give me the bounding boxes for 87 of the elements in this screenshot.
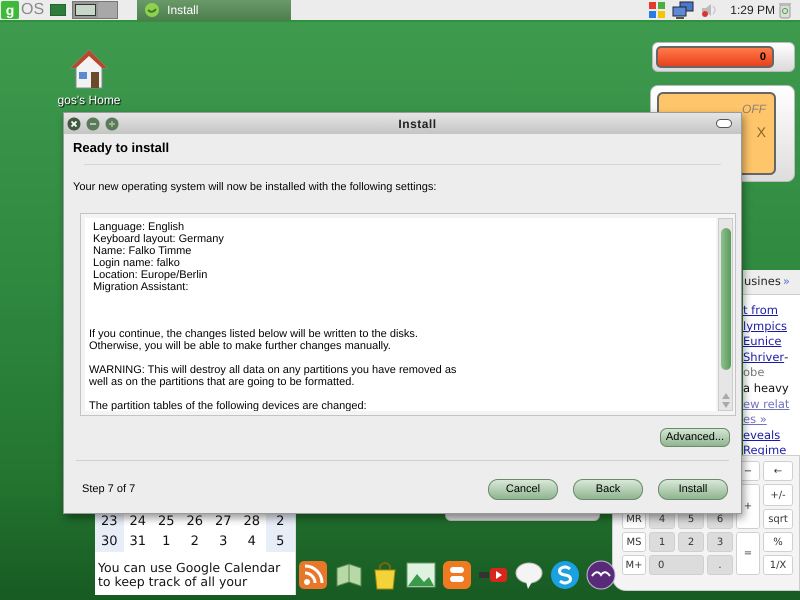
news-link[interactable]: Eunice — [743, 334, 782, 350]
calendar-day[interactable]: 25 — [152, 512, 180, 532]
step-label: Step 7 of 7 — [82, 482, 136, 498]
news-link[interactable]: lympics — [743, 318, 788, 334]
icon-label[interactable]: gos's Home — [58, 91, 120, 109]
news-text: - — [784, 350, 788, 366]
workspace-button[interactable] — [75, 4, 96, 16]
dialog-button[interactable]: Install — [658, 479, 728, 500]
calendar-day[interactable]: 2 — [266, 512, 294, 532]
calendar-tip: You can use Google Calendar to keep track of all your — [97, 561, 282, 589]
image-icon[interactable] — [406, 560, 436, 590]
phone-app-icon[interactable] — [550, 560, 580, 590]
switch-state: OFF — [742, 101, 766, 118]
summary-line: well as on the partitions that are going to be formatted. — [89, 376, 356, 388]
calendar-day[interactable]: 5 — [266, 532, 294, 552]
page-heading: Ready to install — [73, 140, 170, 156]
dialog-button[interactable]: Back — [573, 479, 643, 500]
calculator-key[interactable]: . — [707, 555, 733, 575]
summary-line: Language: English — [93, 221, 186, 233]
summary-line: Keyboard layout: Germany — [93, 233, 225, 245]
minimize-icon[interactable] — [86, 116, 100, 130]
news-section[interactable]: usines — [744, 273, 781, 291]
calculator-key[interactable]: 2 — [678, 532, 704, 552]
news-link[interactable]: es » — [743, 412, 767, 428]
switch-button-label: X — [756, 123, 766, 142]
summary-line: Location: Europe/Berlin — [93, 269, 208, 281]
speaker-muted-icon[interactable] — [700, 1, 718, 19]
flag-icon[interactable] — [648, 1, 666, 19]
calculator-key[interactable]: ← — [763, 461, 793, 481]
calendar-day[interactable]: 4 — [238, 532, 266, 552]
summary-line: Otherwise, you will be able to make further changes manually. — [89, 340, 392, 352]
calculator-key[interactable]: 0 — [649, 555, 704, 575]
taskbar-button[interactable]: Install — [137, 0, 292, 21]
news-link[interactable]: Shriver — [743, 350, 784, 366]
close-icon[interactable] — [67, 116, 81, 130]
calendar-day[interactable]: 31 — [124, 532, 152, 552]
chat-bubble-icon[interactable] — [514, 560, 544, 590]
calculator-key[interactable]: 3 — [707, 532, 733, 552]
os-label: OS — [21, 1, 44, 19]
summary-line: Name: Falko Timme — [93, 245, 192, 257]
calendar-day[interactable]: 24 — [124, 512, 152, 532]
trash-icon[interactable] — [779, 2, 791, 18]
rss-icon[interactable] — [298, 560, 328, 590]
advanced-button[interactable]: Advanced... — [660, 428, 730, 447]
calendar-day[interactable]: 27 — [209, 512, 238, 532]
summary-line: If you continue, the changes listed below will be written to the disks. — [89, 328, 419, 340]
calculator-key[interactable]: % — [763, 532, 793, 552]
news-link[interactable]: eveals — [743, 428, 780, 444]
calculator-key[interactable]: sqrt — [763, 509, 793, 529]
calendar-day[interactable]: 26 — [180, 512, 209, 532]
calendar-day[interactable]: 2 — [180, 532, 209, 552]
calculator-key[interactable]: = — [736, 532, 760, 575]
clock[interactable]: 1:29 PM — [730, 1, 775, 19]
counter-value: 0 — [760, 50, 766, 65]
calendar-day[interactable]: 1 — [152, 532, 180, 552]
calculator-key[interactable]: M+ — [622, 555, 646, 575]
blog-icon[interactable] — [442, 560, 472, 590]
news-link[interactable]: Regime — [743, 443, 786, 459]
news-text: a heavy — [743, 380, 789, 397]
app-icon — [145, 3, 160, 17]
office-icon[interactable] — [586, 560, 616, 590]
dialog-button[interactable]: Cancel — [488, 479, 558, 500]
calculator-key[interactable]: +/- — [763, 484, 793, 506]
intro-text: Your new operating system will now be installed with the following settings: — [73, 181, 438, 194]
calendar-day[interactable]: 3 — [209, 532, 238, 552]
news-link[interactable]: t from — [743, 303, 778, 319]
summary-line: WARNING: This will destroy all data on any partitions you have removed as — [89, 364, 458, 376]
calendar-day[interactable]: 30 — [95, 532, 124, 552]
scrollbar-thumb[interactable] — [720, 228, 730, 370]
summary-line: Login name: falko — [93, 257, 181, 269]
calculator-key[interactable]: 1/X — [763, 555, 793, 575]
network-icon[interactable] — [672, 1, 694, 19]
calendar-day[interactable]: 28 — [238, 512, 266, 532]
scrollbar[interactable] — [718, 218, 733, 411]
calculator-key[interactable]: MS — [622, 532, 646, 552]
calculator-key[interactable]: 1 — [649, 532, 675, 552]
calendar-day[interactable]: 23 — [95, 512, 124, 532]
window-pill-button[interactable] — [716, 119, 732, 128]
home-icon[interactable] — [69, 48, 109, 90]
summary-line: Migration Assistant: — [93, 281, 190, 293]
desktop-icon[interactable] — [50, 4, 66, 16]
news-text: obe — [743, 365, 764, 381]
news-link[interactable]: ew relat — [743, 396, 790, 412]
window-title: Install — [397, 116, 438, 132]
summary-line: The partition tables of the following devices are changed: — [89, 400, 368, 411]
maximize-icon[interactable] — [105, 116, 119, 130]
more-link[interactable]: » — [782, 273, 790, 291]
